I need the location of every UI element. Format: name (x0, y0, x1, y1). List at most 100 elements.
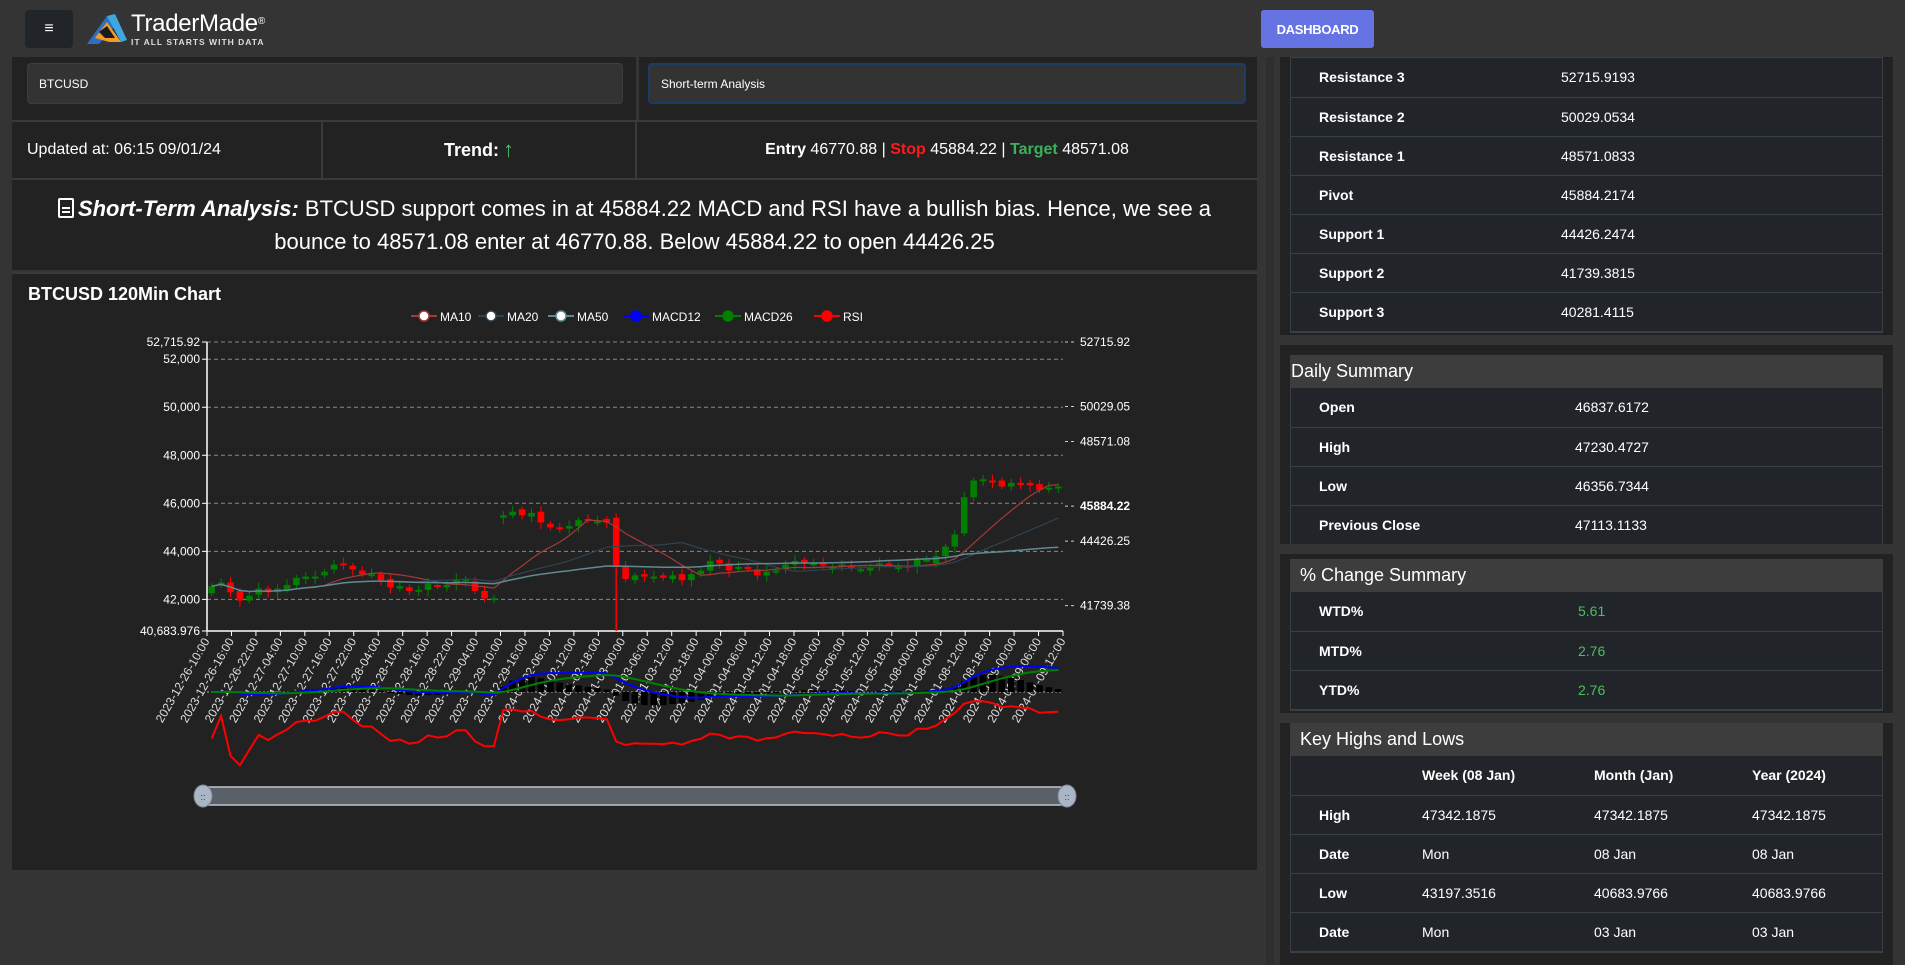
candle-up (631, 575, 639, 581)
candle-down (481, 590, 488, 599)
candle-up (490, 598, 498, 601)
candle-up (396, 586, 404, 589)
legend-label: MACD26 (744, 310, 793, 324)
daily-summary-card: Daily Summary Open 46837.6172 High 47230.47… (1290, 355, 1883, 546)
panel-divider (1266, 57, 1274, 965)
menu-button[interactable]: ≡ (25, 10, 73, 48)
updated-at: Updated at: 06:15 09/01/24 (12, 122, 323, 178)
candle-up (772, 570, 780, 573)
key-row: Low 43197.3516 40683.9766 40683.9766 (1291, 873, 1882, 913)
candle-up (330, 564, 338, 570)
candle-down (641, 574, 648, 577)
macd-histogram-bar (876, 691, 883, 692)
macd-histogram-bar (1007, 678, 1015, 692)
analysis-text: BTCUSD support comes in at 45884.22 MACD… (274, 196, 1212, 254)
row-value: 43197.3516 (1422, 873, 1594, 913)
registered-mark: ® (257, 15, 265, 27)
level-label: 41739.38 (1080, 599, 1130, 613)
legend-label: MACD12 (652, 310, 701, 324)
row-label: Pivot (1291, 175, 1561, 215)
legend-marker-ma10 (418, 310, 430, 322)
macd-histogram-bar (631, 692, 639, 704)
macd-histogram-bar (753, 692, 761, 694)
row-label: Low (1291, 873, 1422, 913)
row-value: 41739.3815 (1561, 253, 1882, 293)
legend-label: MA50 (577, 310, 609, 324)
legend-label: MA10 (440, 310, 472, 324)
legend-marker-macd26 (722, 310, 734, 322)
row-label: MTD% (1291, 631, 1578, 671)
macd-histogram-bar (1055, 688, 1062, 692)
analysis-type-select[interactable]: Short-term Analysis (648, 63, 1246, 104)
row-label: Resistance 1 (1291, 136, 1561, 176)
target-label: Target (1010, 141, 1058, 158)
y-tick-label: 50,000 (163, 400, 200, 414)
analysis-summary: Short-Term Analysis: BTCUSD support come… (12, 178, 1257, 270)
section-separator (1280, 713, 1893, 723)
candle-up (669, 575, 676, 579)
y-tick-label: 52,715.92 (147, 335, 201, 349)
row-value: 40281.4115 (1561, 292, 1882, 332)
candle-up (688, 574, 695, 581)
trend-indicator: Trend: ↑ (323, 122, 637, 178)
macd-histogram-bar (669, 692, 676, 705)
stop-label: Stop (890, 141, 926, 158)
key-row: High 47342.1875 47342.1875 47342.1875 (1291, 795, 1882, 835)
change-row: YTD% 2.76 (1291, 670, 1882, 710)
candle-down (340, 563, 347, 566)
row-value: 03 Jan (1752, 912, 1882, 952)
row-value: Mon (1422, 912, 1594, 952)
candle-down (998, 480, 1006, 487)
pivot-row: Resistance 3 52715.9193 (1291, 58, 1882, 98)
candle-up (735, 566, 742, 569)
tradermade-logo-icon (87, 14, 127, 44)
candle-up (650, 576, 658, 579)
macd-histogram-bar (1017, 680, 1024, 692)
macd-histogram-bar (801, 690, 808, 692)
range-navigator-track[interactable] (202, 786, 1068, 806)
level-label: 45884.22 (1080, 499, 1130, 513)
candle-down (556, 527, 564, 530)
info-row: Updated at: 06:15 09/01/24 Trend: ↑ Entr… (12, 120, 1257, 178)
candle-down (434, 584, 441, 587)
macd-histogram-bar (377, 691, 385, 692)
logo-tagline: IT ALL STARTS WITH DATA (131, 36, 265, 47)
row-value: 5.61 (1578, 592, 1882, 632)
column-header: Week (08 Jan) (1422, 756, 1594, 796)
daily-row: Low 46356.7344 (1291, 466, 1882, 506)
row-value: 47342.1875 (1594, 795, 1752, 835)
selector-row: BTCUSD Short-term Analysis (12, 57, 1257, 120)
level-label: 52715.92 (1080, 335, 1130, 349)
row-label: YTD% (1291, 670, 1578, 710)
pivot-row: Support 1 44426.2474 (1291, 214, 1882, 254)
row-label: Previous Close (1291, 505, 1575, 545)
row-value: 46837.6172 (1575, 388, 1882, 428)
logo[interactable]: TraderMade® IT ALL STARTS WITH DATA (85, 10, 265, 48)
macd-histogram-bar (556, 682, 564, 692)
row-value: 44426.2474 (1561, 214, 1882, 254)
candle-up (302, 576, 310, 579)
candle-up (311, 576, 319, 579)
change-summary-card: % Change Summary WTD% 5.61 MTD% 2.76 YTD% 2.7… (1290, 559, 1883, 711)
pivot-levels-table: Resistance 3 52715.9193 Resistance 2 50029.… (1291, 58, 1882, 332)
row-value: 45884.2174 (1561, 175, 1882, 215)
candle-up (565, 526, 573, 529)
dashboard-button[interactable]: DASHBOARD (1261, 10, 1374, 48)
macd-histogram-bar (970, 676, 977, 692)
row-value: 08 Jan (1594, 834, 1752, 874)
pivot-row: Support 2 41739.3815 (1291, 253, 1882, 293)
row-label: Support 3 (1291, 292, 1561, 332)
row-label: Low (1291, 466, 1575, 506)
candle-up (857, 569, 865, 572)
change-summary-title: % Change Summary (1290, 559, 1883, 591)
daily-row: High 47230.4727 (1291, 427, 1882, 467)
candle-up (368, 574, 375, 577)
candle-up (594, 521, 601, 524)
pivot-levels-card: Resistance 3 52715.9193 Resistance 2 50029.… (1290, 57, 1883, 333)
legend-marker-macd12 (630, 310, 642, 322)
price-chart[interactable]: MA10 MA20 MA50 MACD12 MACD26 RSI 52,715.92 52,0… (12, 274, 1257, 872)
hamburger-menu-icon: ≡ (44, 20, 54, 37)
candle-up (443, 584, 451, 588)
section-separator (1280, 335, 1893, 345)
symbol-select[interactable]: BTCUSD (27, 63, 623, 104)
